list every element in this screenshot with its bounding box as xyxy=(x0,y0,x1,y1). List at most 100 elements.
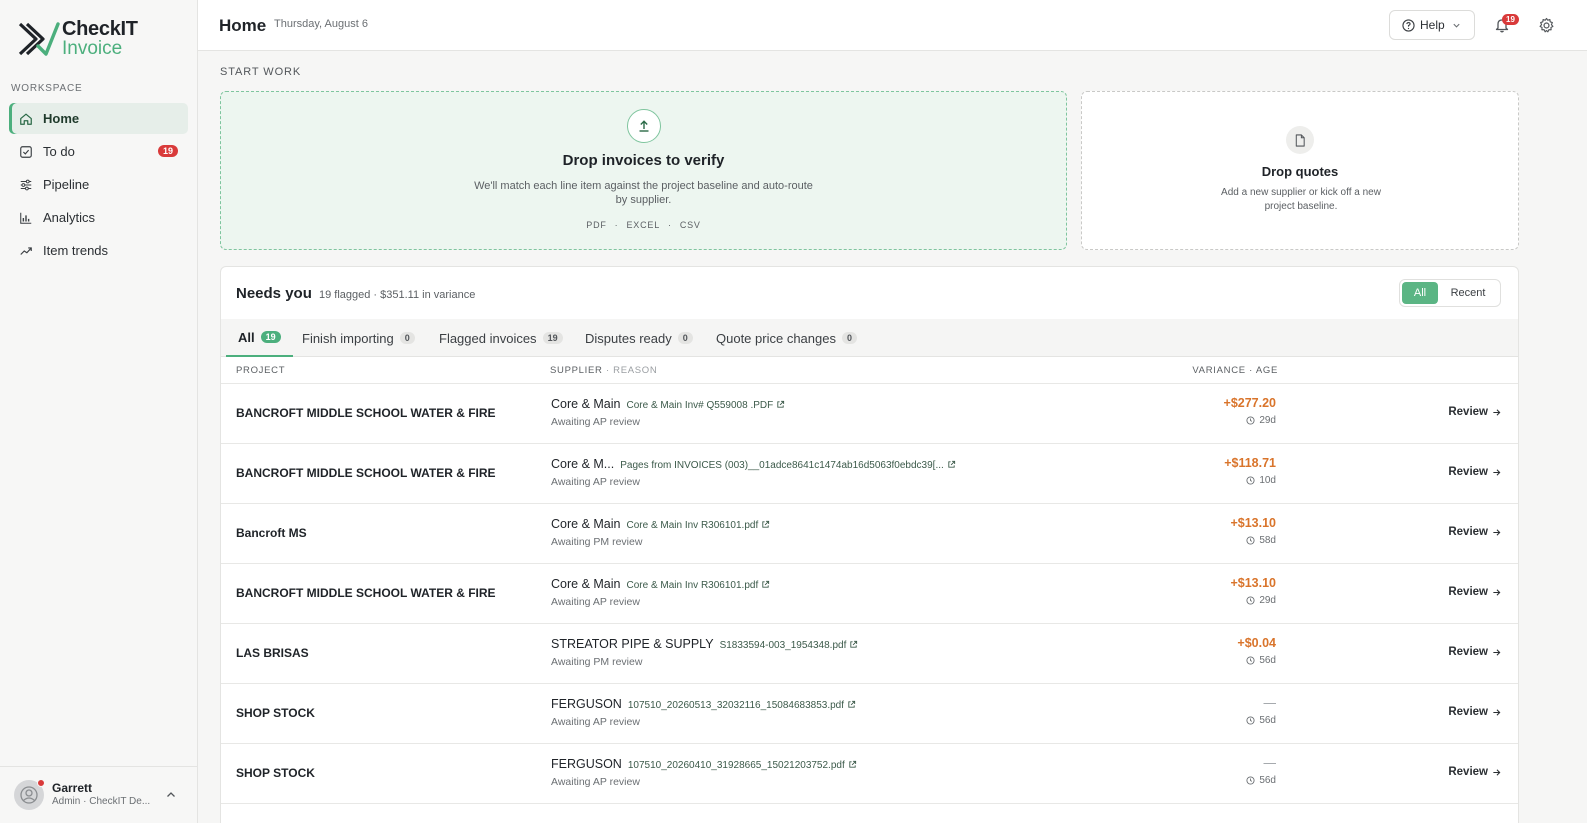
checkbox-icon xyxy=(18,144,34,160)
gear-icon[interactable] xyxy=(1538,17,1555,34)
needs-you-panel: Needs you 19 flagged · $351.11 in varian… xyxy=(220,266,1519,823)
invoice-file-link[interactable]: 107510_20260410_31928665_15021203752.pdf xyxy=(628,760,857,771)
arrow-right-icon xyxy=(1493,648,1501,656)
sidebar-item-label: Home xyxy=(43,111,80,126)
quotes-title: Drop quotes xyxy=(1261,164,1339,179)
app-logo[interactable]: CheckIT Invoice xyxy=(16,18,138,60)
panel-title: Needs you xyxy=(236,285,312,302)
invoice-file-link[interactable]: Pages from INVOICES (003)__01adce8641c14… xyxy=(620,460,956,471)
sidebar-item-label: To do xyxy=(43,144,75,159)
chevron-up-icon[interactable] xyxy=(165,789,177,801)
filter-all-button[interactable]: All xyxy=(1402,282,1438,304)
accepted-formats: PDF · EXCEL · CSV xyxy=(586,220,701,230)
clock-icon xyxy=(1246,596,1255,605)
row-supplier: STREATOR PIPE & SUPPLY S1833594-003_19543… xyxy=(551,637,858,651)
sidebar-item-analytics[interactable]: Analytics xyxy=(9,202,188,233)
format-csv: CSV xyxy=(679,220,701,230)
arrow-right-icon xyxy=(1493,408,1501,416)
external-link-icon xyxy=(762,580,770,588)
tab-label: Quote price changes xyxy=(716,330,836,346)
row-variance: +$13.10 xyxy=(1230,516,1276,530)
external-link-icon xyxy=(777,400,785,408)
page-date: Thursday, August 6 xyxy=(274,18,368,30)
file-name: 107510_20260410_31928665_15021203752.pdf xyxy=(627,760,845,771)
row-variance: +$13.10 xyxy=(1230,576,1276,590)
tab-count: 19 xyxy=(542,332,563,344)
row-variance: +$277.20 xyxy=(1223,396,1276,410)
column-header-variance: VARIANCE · AGE xyxy=(1192,365,1278,376)
clock-icon xyxy=(1246,716,1255,725)
user-role: Admin · CheckIT De... xyxy=(52,796,151,807)
notification-badge: 19 xyxy=(1502,14,1519,25)
review-button[interactable]: Review xyxy=(1448,526,1501,538)
review-label: Review xyxy=(1448,766,1488,778)
clock-icon xyxy=(1246,536,1255,545)
review-button[interactable]: Review xyxy=(1448,706,1501,718)
arrow-right-icon xyxy=(1493,708,1501,716)
supplier-name: Core & Main xyxy=(551,397,621,411)
table-row[interactable]: BANCROFT MIDDLE SCHOOL WATER & FIRE Core… xyxy=(221,443,1518,503)
row-age: 29d xyxy=(1246,415,1276,426)
sidebar-item-todo[interactable]: To do 19 xyxy=(9,136,188,167)
review-label: Review xyxy=(1448,526,1488,538)
row-project: LAS BRISAS xyxy=(236,646,309,660)
filter-recent-button[interactable]: Recent xyxy=(1438,282,1498,304)
clock-icon xyxy=(1246,656,1255,665)
user-name: Garrett xyxy=(52,781,93,795)
invoice-file-link[interactable]: 107510_20260513_32032116_15084683853.pdf xyxy=(628,700,856,711)
tab-all[interactable]: All 19 xyxy=(226,319,293,357)
external-link-icon xyxy=(848,700,856,708)
review-label: Review xyxy=(1448,646,1488,658)
quotes-dropzone[interactable]: Drop quotes Add a new supplier or kick o… xyxy=(1081,91,1519,250)
review-button[interactable]: Review xyxy=(1448,646,1501,658)
supplier-name: FERGUSON xyxy=(551,697,622,711)
table-row[interactable]: SHOP STOCK FERGUSON 107510_20260410_31928… xyxy=(221,743,1518,803)
invoice-file-link[interactable]: S1833594-003_1954348.pdf xyxy=(720,640,859,651)
row-variance: — xyxy=(1263,756,1277,770)
format-pdf: PDF xyxy=(586,220,607,230)
arrow-right-icon xyxy=(1493,768,1501,776)
tab-quote-price-changes[interactable]: Quote price changes 0 xyxy=(716,319,857,357)
row-project: BANCROFT MIDDLE SCHOOL WATER & FIRE xyxy=(236,586,496,600)
invoice-file-link[interactable]: Core & Main Inv R306101.pdf xyxy=(626,580,770,591)
sidebar-item-item-trends[interactable]: Item trends xyxy=(9,235,188,266)
column-header-supplier-label: SUPPLIER xyxy=(550,365,603,376)
page-title: Home xyxy=(219,16,267,35)
sidebar-item-pipeline[interactable]: Pipeline xyxy=(9,169,188,200)
review-button[interactable]: Review xyxy=(1448,406,1501,418)
user-menu[interactable]: Garrett Admin · CheckIT De... xyxy=(0,766,197,823)
invoice-file-link[interactable]: Core & Main Inv R306101.pdf xyxy=(626,520,770,531)
review-button[interactable]: Review xyxy=(1448,466,1501,478)
age-value: 29d xyxy=(1259,415,1276,426)
row-project: BANCROFT MIDDLE SCHOOL WATER & FIRE xyxy=(236,466,496,480)
table-row[interactable]: Bancroft MS Core & Main Core & Main Inv R… xyxy=(221,503,1518,563)
invoice-dropzone[interactable]: Drop invoices to verify We'll match each… xyxy=(220,91,1067,250)
range-filter: All Recent xyxy=(1399,279,1501,307)
tab-finish-importing[interactable]: Finish importing 0 xyxy=(302,319,415,357)
review-label: Review xyxy=(1448,466,1488,478)
tab-flagged-invoices[interactable]: Flagged invoices 19 xyxy=(439,319,563,357)
row-project: SHOP STOCK xyxy=(236,706,315,720)
review-button[interactable]: Review xyxy=(1448,586,1501,598)
file-name: Pages from INVOICES (003)__01adce8641c14… xyxy=(620,460,944,471)
external-link-icon xyxy=(948,460,955,468)
clock-icon xyxy=(1246,776,1255,785)
row-status: Awaiting PM review xyxy=(551,536,643,548)
age-value: 56d xyxy=(1259,775,1276,786)
row-project: BANCROFT MIDDLE SCHOOL WATER & FIRE xyxy=(236,406,496,420)
table-row[interactable]: BANCROFT MIDDLE SCHOOL WATER & FIRE Core… xyxy=(221,383,1518,443)
review-button[interactable]: Review xyxy=(1448,766,1501,778)
tabs-bar: All 19 Finish importing 0 Flagged invoic… xyxy=(221,319,1518,357)
table-row[interactable]: SHOP STOCK FERGUSON 107510_20260513_32032… xyxy=(221,683,1518,743)
table-row[interactable]: LAS BRISAS STREATOR PIPE & SUPPLY S183359… xyxy=(221,623,1518,683)
table-row[interactable]: BANCROFT MIDDLE SCHOOL WATER & FIRE Core… xyxy=(221,563,1518,623)
review-label: Review xyxy=(1448,586,1488,598)
avatar xyxy=(14,779,45,810)
sidebar-item-home[interactable]: Home xyxy=(9,103,188,134)
help-button[interactable]: Help xyxy=(1389,10,1475,40)
supplier-name: STREATOR PIPE & SUPPLY xyxy=(551,637,714,651)
tab-disputes-ready[interactable]: Disputes ready 0 xyxy=(585,319,693,357)
row-age: 29d xyxy=(1246,595,1276,606)
invoice-file-link[interactable]: Core & Main Inv# Q559008 .PDF xyxy=(626,400,785,411)
supplier-name: FERGUSON xyxy=(551,757,622,771)
